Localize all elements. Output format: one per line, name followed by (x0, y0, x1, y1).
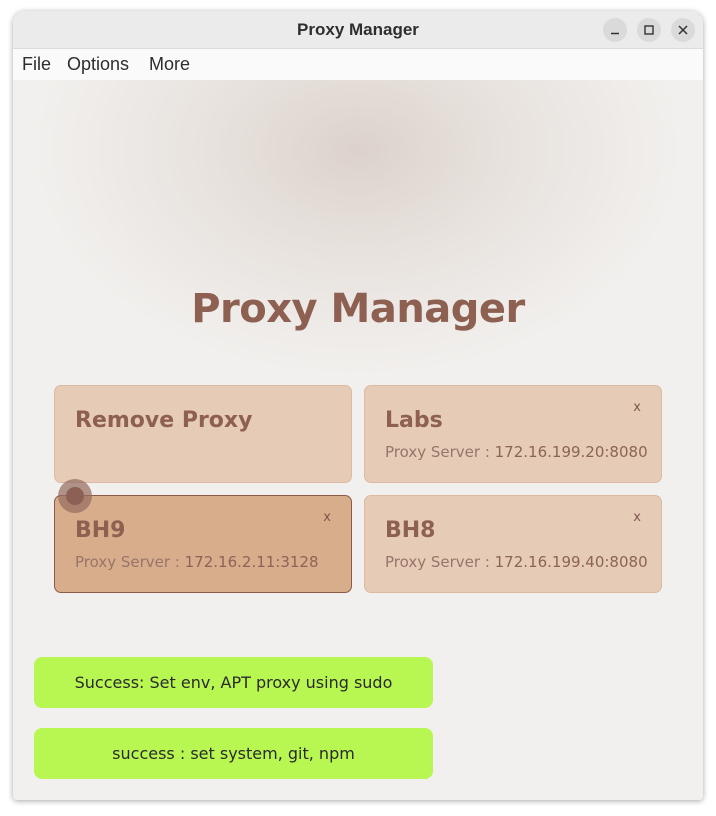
proxy-card-bh8[interactable]: BH8 Proxy Server : 172.16.199.40:8080 x (364, 495, 662, 593)
menu-bar: File Options More (13, 49, 703, 80)
app-window: Proxy Manager File Options More Proxy Ma… (13, 11, 703, 800)
proxy-server-address: 172.16.199.40:8080 (494, 553, 648, 571)
page-title: Proxy Manager (191, 286, 525, 332)
touch-cursor-core (66, 487, 84, 505)
minimize-button[interactable] (603, 18, 627, 42)
proxy-server: Proxy Server : 172.16.2.11:3128 (75, 553, 319, 571)
minimize-icon (611, 32, 619, 35)
proxy-name: BH8 (385, 518, 436, 543)
title-bar[interactable]: Proxy Manager (13, 11, 703, 49)
proxy-card-labs[interactable]: Labs Proxy Server : 172.16.199.20:8080 x (364, 385, 662, 483)
status-notification-apt: Success: Set env, APT proxy using sudo (34, 657, 433, 708)
proxy-name: BH9 (75, 518, 126, 543)
main-content: Proxy Manager Remove Proxy Labs Proxy Se… (13, 80, 703, 800)
window-title: Proxy Manager (297, 20, 419, 39)
maximize-button[interactable] (637, 18, 661, 42)
menu-file[interactable]: File (22, 49, 51, 80)
proxy-server-label: Proxy Server : (385, 553, 495, 571)
close-button[interactable] (671, 18, 695, 42)
close-icon (678, 25, 688, 35)
touch-cursor-indicator (58, 479, 92, 513)
proxy-name: Labs (385, 408, 443, 433)
proxy-server-label: Proxy Server : (385, 443, 495, 461)
proxy-server: Proxy Server : 172.16.199.20:8080 (385, 443, 648, 461)
remove-proxy-button[interactable]: Remove Proxy (54, 385, 352, 483)
proxy-server-address: 172.16.199.20:8080 (494, 443, 648, 461)
delete-proxy-button[interactable]: x (633, 510, 641, 525)
maximize-icon (644, 25, 654, 35)
delete-proxy-button[interactable]: x (323, 510, 331, 525)
proxy-card-bh9[interactable]: BH9 Proxy Server : 172.16.2.11:3128 x (54, 495, 352, 593)
proxy-server-address: 172.16.2.11:3128 (184, 553, 319, 571)
proxy-server-label: Proxy Server : (75, 553, 185, 571)
delete-proxy-button[interactable]: x (633, 400, 641, 415)
menu-more[interactable]: More (149, 49, 190, 80)
status-notification-system: success : set system, git, npm (34, 728, 433, 779)
remove-proxy-label: Remove Proxy (75, 408, 253, 433)
proxy-server: Proxy Server : 172.16.199.40:8080 (385, 553, 648, 571)
menu-options[interactable]: Options (67, 49, 129, 80)
